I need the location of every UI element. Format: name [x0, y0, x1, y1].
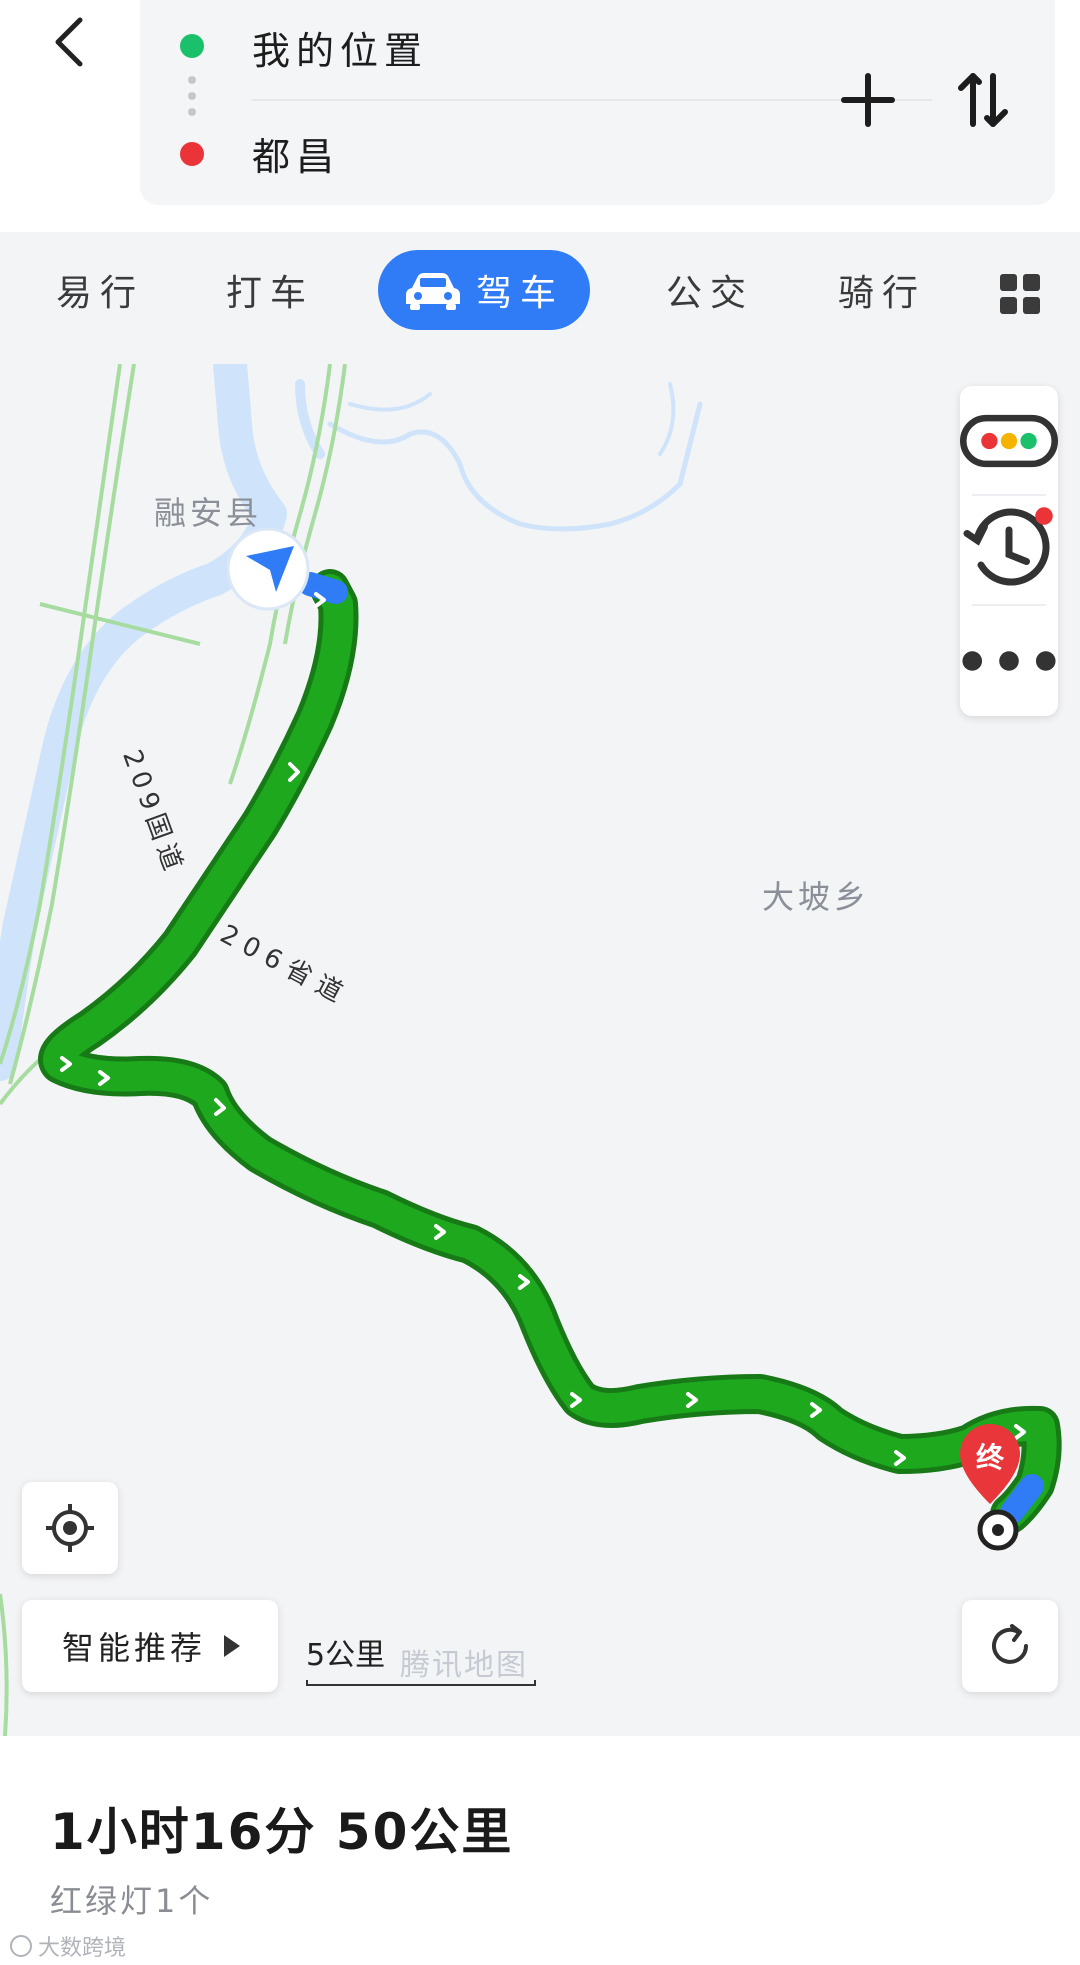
- corner-watermark-text: 大数跨境: [38, 1936, 127, 1961]
- destination-field[interactable]: 都昌: [252, 126, 340, 181]
- map-canvas[interactable]: 速: [0, 364, 1080, 1736]
- back-button[interactable]: [40, 14, 96, 70]
- refresh-button[interactable]: [962, 1600, 1058, 1692]
- locate-button[interactable]: [22, 1482, 118, 1574]
- map-label-town: 大坡乡: [762, 878, 871, 916]
- corner-watermark: 大数跨境: [10, 1930, 126, 1962]
- map-controls: [960, 386, 1058, 716]
- route-duration-distance: 1小时16分 50公里: [50, 1803, 514, 1861]
- tab-drive[interactable]: 驾车: [378, 250, 590, 330]
- smart-recommend-button[interactable]: 智能推荐: [22, 1600, 278, 1692]
- watermark-logo-icon: [10, 1935, 32, 1957]
- more-icon: [962, 651, 1056, 671]
- tab-taxi[interactable]: 打车: [200, 250, 340, 330]
- tab-drive-label: 驾车: [475, 273, 564, 314]
- map-watermark: 腾讯地图: [400, 1648, 528, 1683]
- map-label-county: 融安县: [154, 494, 263, 532]
- tab-easy-travel[interactable]: 易行: [30, 250, 170, 330]
- locate-icon: [46, 1504, 94, 1552]
- tab-bus[interactable]: 公交: [640, 250, 780, 330]
- map-view[interactable]: 速: [0, 364, 1080, 1736]
- traffic-light-count: 红绿灯1个: [50, 1882, 214, 1920]
- refresh-icon: [992, 1624, 1028, 1664]
- end-marker-label: 终: [975, 1441, 1004, 1474]
- play-arrow-icon: [224, 1635, 241, 1657]
- road-tag: 速: [102, 364, 128, 369]
- tab-bike[interactable]: 骑行: [812, 250, 952, 330]
- car-icon: [405, 273, 460, 310]
- back-icon: [55, 17, 83, 67]
- scale-label: 5公里: [306, 1638, 386, 1673]
- origin-dot-icon: [180, 34, 204, 58]
- navigation-arrow-icon[interactable]: [226, 527, 310, 611]
- destination-dot-icon: [180, 142, 204, 166]
- plus-icon: [841, 73, 895, 127]
- mode-tabs: 易行 打车 驾车 公交 骑行: [0, 250, 1080, 350]
- route-card: 我的位置 都昌: [140, 0, 1055, 205]
- scale-bar: [306, 1680, 536, 1686]
- smart-recommend-label: 智能推荐: [62, 1629, 207, 1667]
- route-header: 我的位置 都昌: [0, 0, 1080, 232]
- add-waypoint-button[interactable]: [830, 62, 906, 138]
- more-button[interactable]: [960, 606, 1058, 716]
- route-connector: [188, 76, 196, 124]
- route-summary-sheet[interactable]: 1小时16分 50公里 红绿灯1个: [0, 1736, 1080, 1965]
- origin-field[interactable]: 我的位置: [252, 20, 428, 75]
